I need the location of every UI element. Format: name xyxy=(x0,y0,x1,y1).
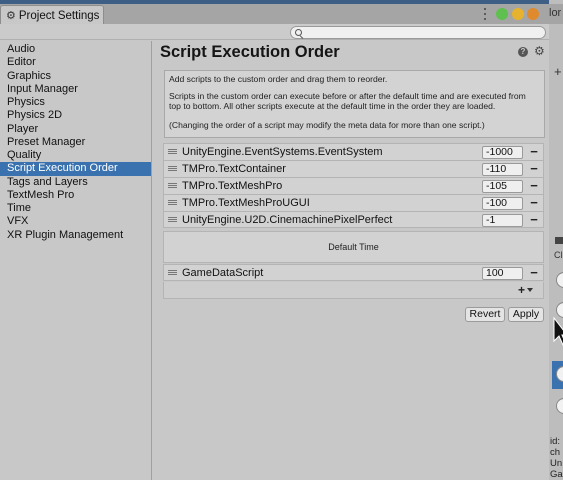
drag-handle-icon[interactable] xyxy=(168,200,177,205)
script-execution-order-panel: Script Execution Order ? ⚙ Add scripts t… xyxy=(153,41,549,480)
sidebar-item-player[interactable]: Player xyxy=(0,123,151,136)
sidebar-item-time[interactable]: Time xyxy=(0,202,151,215)
sidebar-item-audio[interactable]: Audio xyxy=(0,43,151,56)
sidebar-item-editor[interactable]: Editor xyxy=(0,56,151,69)
script-row[interactable]: UnityEngine.U2D.CinemachinePixelPerfect … xyxy=(163,211,544,228)
sidebar-item-vfx[interactable]: VFX xyxy=(0,215,151,228)
order-field[interactable]: -105 xyxy=(482,180,523,193)
drag-handle-icon[interactable] xyxy=(168,166,177,171)
revert-button[interactable]: Revert xyxy=(465,307,505,322)
background-label-fragment: Cl xyxy=(554,250,563,260)
project-settings-tab[interactable]: ⚙ Project Settings xyxy=(0,5,104,26)
search-input[interactable] xyxy=(290,26,546,39)
script-name: TMPro.TextMeshPro xyxy=(182,180,283,192)
script-row[interactable]: UnityEngine.EventSystems.EventSystem -10… xyxy=(163,143,544,160)
remove-button[interactable]: − xyxy=(528,213,540,226)
plus-icon: + xyxy=(518,283,526,297)
sidebar-item-quality[interactable]: Quality xyxy=(0,149,151,162)
script-row[interactable]: TMPro.TextMeshProUGUI -100 − xyxy=(163,194,544,211)
script-order-list-after: GameDataScript 100 − xyxy=(163,264,544,281)
drag-handle-icon[interactable] xyxy=(168,217,177,222)
help-icon[interactable]: ? xyxy=(518,47,528,57)
sidebar-item-tags-and-layers[interactable]: Tags and Layers xyxy=(0,176,151,189)
sidebar-item-physics[interactable]: Physics xyxy=(0,96,151,109)
background-title-fragment: lor xyxy=(549,7,562,19)
info-line-1: Add scripts to the custom order and drag… xyxy=(169,74,388,84)
list-footer: + xyxy=(163,282,544,299)
remove-button[interactable]: − xyxy=(528,196,540,209)
script-name: GameDataScript xyxy=(182,266,264,279)
order-field[interactable]: -1 xyxy=(482,214,523,227)
background-editor-panel: lor + Cl id: ch Un Ga xyxy=(549,0,563,480)
remove-button[interactable]: − xyxy=(528,179,540,192)
sidebar-item-textmesh-pro[interactable]: TextMesh Pro xyxy=(0,189,151,202)
sidebar-item-input-manager[interactable]: Input Manager xyxy=(0,83,151,96)
info-line-3: (Changing the order of a script may modi… xyxy=(169,120,485,130)
background-radio xyxy=(556,302,563,318)
window-menu-icon[interactable] xyxy=(481,7,489,21)
folder-icon xyxy=(555,237,563,244)
drag-handle-icon[interactable] xyxy=(168,270,177,275)
window-zoom-button[interactable] xyxy=(496,8,508,20)
sidebar-item-xr-plugin-management[interactable]: XR Plugin Management xyxy=(0,229,151,242)
background-text-fragment: id: ch Un Ga xyxy=(550,436,563,480)
dropdown-arrow-icon xyxy=(527,288,534,292)
drag-handle-icon[interactable] xyxy=(168,149,177,154)
script-name: UnityEngine.EventSystems.EventSystem xyxy=(182,146,383,158)
script-order-list: UnityEngine.EventSystems.EventSystem -10… xyxy=(163,143,544,228)
window-minimize-button[interactable] xyxy=(512,8,524,20)
info-line-2: Scripts in the custom order can execute … xyxy=(169,91,526,111)
script-name: TMPro.TextContainer xyxy=(182,163,286,175)
script-row[interactable]: GameDataScript 100 − xyxy=(163,264,544,281)
add-script-button[interactable]: + xyxy=(518,283,542,297)
sidebar-item-preset-manager[interactable]: Preset Manager xyxy=(0,136,151,149)
background-radio xyxy=(556,272,563,288)
window-close-button[interactable] xyxy=(527,8,539,20)
info-box: Add scripts to the custom order and drag… xyxy=(164,70,545,138)
remove-button[interactable]: − xyxy=(528,145,540,158)
gear-icon: ⚙ xyxy=(6,9,16,22)
script-row[interactable]: TMPro.TextMeshPro -105 − xyxy=(163,177,544,194)
remove-button[interactable]: − xyxy=(528,266,540,279)
order-field[interactable]: 100 xyxy=(482,267,523,280)
script-name: UnityEngine.U2D.CinemachinePixelPerfect xyxy=(182,213,393,226)
remove-button[interactable]: − xyxy=(528,162,540,175)
order-field[interactable]: -110 xyxy=(482,163,523,176)
tab-label: Project Settings xyxy=(18,10,100,22)
drag-handle-icon[interactable] xyxy=(168,183,177,188)
search-icon xyxy=(295,29,302,36)
order-field[interactable]: -100 xyxy=(482,197,523,210)
sidebar-item-physics-2d[interactable]: Physics 2D xyxy=(0,109,151,122)
mouse-cursor-icon xyxy=(553,317,563,346)
page-title: Script Execution Order xyxy=(160,43,340,61)
script-row[interactable]: TMPro.TextContainer -110 − xyxy=(163,160,544,177)
settings-gear-icon[interactable]: ⚙ xyxy=(534,45,545,57)
settings-toolbar xyxy=(0,24,549,40)
apply-button[interactable]: Apply xyxy=(508,307,544,322)
default-time-separator: Default Time xyxy=(163,231,544,263)
order-field[interactable]: -1000 xyxy=(482,146,523,159)
background-radio xyxy=(556,398,563,414)
sidebar-item-script-execution-order[interactable]: Script Execution Order xyxy=(0,162,151,176)
sidebar-item-graphics[interactable]: Graphics xyxy=(0,70,151,83)
settings-sidebar: Audio Editor Graphics Input Manager Phys… xyxy=(0,41,152,480)
background-add-icon: + xyxy=(554,64,562,79)
script-name: TMPro.TextMeshProUGUI xyxy=(182,197,310,209)
